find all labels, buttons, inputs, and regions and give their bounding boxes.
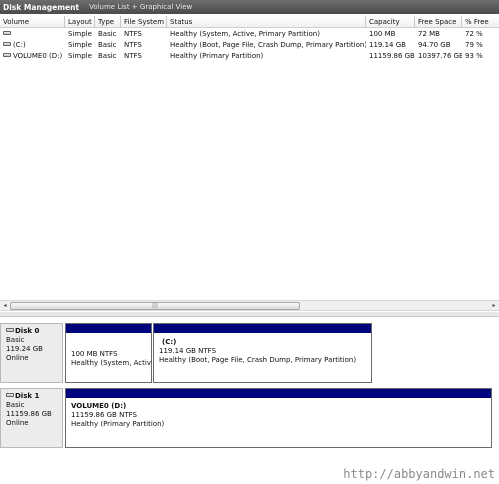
disk-partitions: VOLUME0 (D:) 11159.86 GB NTFS Healthy (P…	[65, 388, 492, 448]
partition-size: 100 MB NTFS	[71, 350, 118, 358]
free-space-cell: 72 MB	[418, 30, 440, 38]
type-cell: Basic	[98, 41, 117, 49]
free-space-cell: 94.70 GB	[418, 41, 451, 49]
horizontal-scrollbar[interactable]: ◂ ||| ▸	[0, 300, 499, 311]
layout-cell: Simple	[68, 52, 92, 60]
volume-cell: VOLUME0 (D:)	[0, 51, 65, 62]
pct-free-cell: 79 %	[465, 41, 483, 49]
partition-d[interactable]: VOLUME0 (D:) 11159.86 GB NTFS Healthy (P…	[65, 388, 492, 448]
volume-cell	[0, 29, 65, 40]
partition-status: Healthy (System, Activ	[71, 359, 151, 367]
volume-list: Volume Layout Type File System Status Ca…	[0, 14, 499, 302]
table-row[interactable]: (C:) Simple Basic NTFS Healthy (Boot, Pa…	[0, 40, 499, 51]
partition-bar	[154, 324, 371, 333]
drive-icon	[3, 42, 11, 46]
title-bar: Disk Management Volume List + Graphical …	[0, 0, 499, 14]
partition-status: Healthy (Primary Partition)	[71, 420, 165, 428]
column-header-volume[interactable]: Volume	[0, 16, 65, 28]
partition-status: Healthy (Boot, Page File, Crash Dump, Pr…	[159, 356, 357, 364]
fs-cell: NTFS	[124, 41, 142, 49]
drive-icon	[3, 53, 11, 57]
table-row[interactable]: Simple Basic NTFS Healthy (System, Activ…	[0, 29, 499, 40]
column-header-file-system[interactable]: File System	[121, 16, 167, 28]
window-title: Disk Management	[3, 2, 80, 12]
view-label[interactable]: Volume List + Graphical View	[89, 3, 192, 11]
drive-icon	[3, 31, 11, 35]
watermark: http://abbyandwin.net	[343, 467, 495, 481]
volume-cell: (C:)	[0, 40, 65, 51]
column-header-capacity[interactable]: Capacity	[366, 16, 415, 28]
layout-cell: Simple	[68, 41, 92, 49]
column-header-free-space[interactable]: Free Space	[415, 16, 462, 28]
capacity-cell: 119.14 GB	[369, 41, 406, 49]
partition-size: 119.14 GB NTFS	[159, 347, 217, 355]
scroll-right-arrow-icon[interactable]: ▸	[489, 301, 499, 311]
capacity-cell: 100 MB	[369, 30, 396, 38]
capacity-cell: 11159.86 GB	[369, 52, 415, 60]
disk-state: Online	[6, 354, 29, 362]
fs-cell: NTFS	[124, 52, 142, 60]
disk-partitions: 100 MB NTFS Healthy (System, Activ (C:) …	[65, 323, 372, 383]
disk-row-0: Disk 0 Basic 119.24 GB Online 100 MB NTF…	[0, 323, 499, 383]
disk-name: Disk 0	[15, 327, 40, 335]
type-cell: Basic	[98, 52, 117, 60]
type-cell: Basic	[98, 30, 117, 38]
disk-size: 119.24 GB	[6, 345, 43, 353]
disk-label[interactable]: Disk 1 Basic 11159.86 GB Online	[0, 388, 63, 448]
status-cell: Healthy (System, Active, Primary Partiti…	[170, 30, 320, 38]
disk-icon	[6, 393, 14, 397]
graphical-view: Disk 0 Basic 119.24 GB Online 100 MB NTF…	[0, 318, 499, 458]
status-cell: Healthy (Primary Partition)	[170, 52, 264, 60]
grip-icon: |||	[151, 302, 159, 309]
disk-type: Basic	[6, 401, 25, 409]
disk-label[interactable]: Disk 0 Basic 119.24 GB Online	[0, 323, 63, 383]
partition-title: VOLUME0 (D:)	[71, 402, 127, 410]
disk-type: Basic	[6, 336, 25, 344]
pct-free-cell: 72 %	[465, 30, 483, 38]
column-header-pct-free[interactable]: % Free	[462, 16, 499, 28]
table-row[interactable]: VOLUME0 (D:) Simple Basic NTFS Healthy (…	[0, 51, 499, 62]
disk-icon	[6, 328, 14, 332]
partition-size: 11159.86 GB NTFS	[71, 411, 137, 419]
partition-title: (C:)	[162, 338, 177, 346]
layout-cell: Simple	[68, 30, 92, 38]
free-space-cell: 10397.76 GB	[418, 52, 462, 60]
fs-cell: NTFS	[124, 30, 142, 38]
disk-state: Online	[6, 419, 29, 427]
partition-system-reserved[interactable]: 100 MB NTFS Healthy (System, Activ	[65, 323, 152, 383]
volume-list-header: Volume Layout Type File System Status Ca…	[0, 16, 499, 28]
scroll-left-arrow-icon[interactable]: ◂	[0, 301, 10, 311]
pct-free-cell: 93 %	[465, 52, 483, 60]
partition-bar	[66, 324, 151, 333]
column-header-status[interactable]: Status	[167, 16, 366, 28]
partition-bar	[66, 389, 491, 398]
scrollbar-thumb[interactable]: |||	[10, 302, 300, 310]
disk-size: 11159.86 GB	[6, 410, 52, 418]
disk-row-1: Disk 1 Basic 11159.86 GB Online VOLUME0 …	[0, 388, 499, 448]
column-header-layout[interactable]: Layout	[65, 16, 95, 28]
pane-splitter[interactable]	[0, 312, 499, 317]
disk-name: Disk 1	[15, 392, 40, 400]
status-cell: Healthy (Boot, Page File, Crash Dump, Pr…	[170, 41, 366, 49]
column-header-type[interactable]: Type	[95, 16, 121, 28]
partition-c[interactable]: (C:) 119.14 GB NTFS Healthy (Boot, Page …	[153, 323, 372, 383]
